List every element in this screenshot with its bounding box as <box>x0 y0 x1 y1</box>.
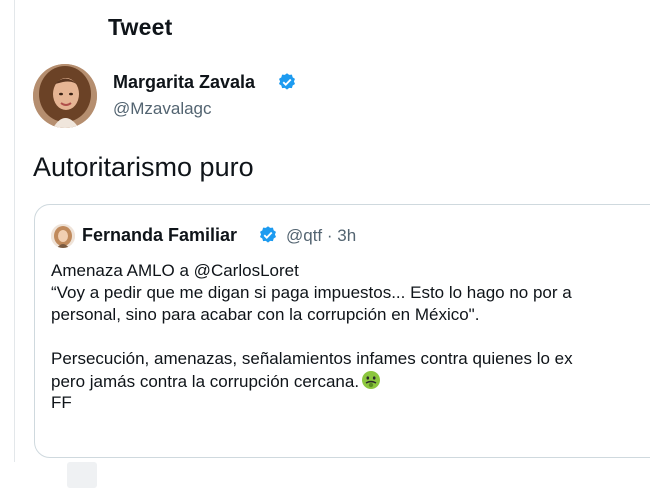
author-avatar[interactable] <box>33 64 97 128</box>
quote-author-name[interactable]: Fernanda Familiar <box>82 225 237 246</box>
author-handle[interactable]: @Mzavalagc <box>113 99 212 119</box>
nauseated-face-icon <box>362 371 381 389</box>
quote-line-5-wrap: pero jamás contra la corrupción cercana. <box>51 370 650 392</box>
quote-line-3: personal, sino para acabar con la corrup… <box>51 305 480 324</box>
quote-author-avatar <box>51 224 75 248</box>
quote-verified-badge-icon <box>260 226 276 243</box>
quoted-tweet-card[interactable]: Fernanda Familiar @qtf · 3h Amenaza AMLO… <box>34 204 650 458</box>
tweet-text: Autoritarismo puro <box>33 152 254 182</box>
author-avatar-image <box>33 64 97 128</box>
page-title: Tweet <box>108 14 173 40</box>
quote-line-1: Amenaza AMLO a @CarlosLoret <box>51 261 299 280</box>
quote-line-5: pero jamás contra la corrupción cercana. <box>51 372 360 391</box>
quote-line-6: FF <box>51 393 72 412</box>
quote-line-2: “Voy a pedir que me digan si paga impues… <box>51 283 572 302</box>
quote-body: Amenaza AMLO a @CarlosLoret “Voy a pedir… <box>51 260 650 414</box>
action-button[interactable] <box>67 462 97 488</box>
quote-handle-time: @qtf · 3h <box>286 226 357 245</box>
quote-line-4: Persecución, amenazas, señalamientos inf… <box>51 349 573 368</box>
verified-badge-icon <box>279 73 295 90</box>
quote-avatar-image <box>51 224 75 248</box>
left-column-edge <box>0 0 15 462</box>
author-name[interactable]: Margarita Zavala <box>113 72 255 93</box>
